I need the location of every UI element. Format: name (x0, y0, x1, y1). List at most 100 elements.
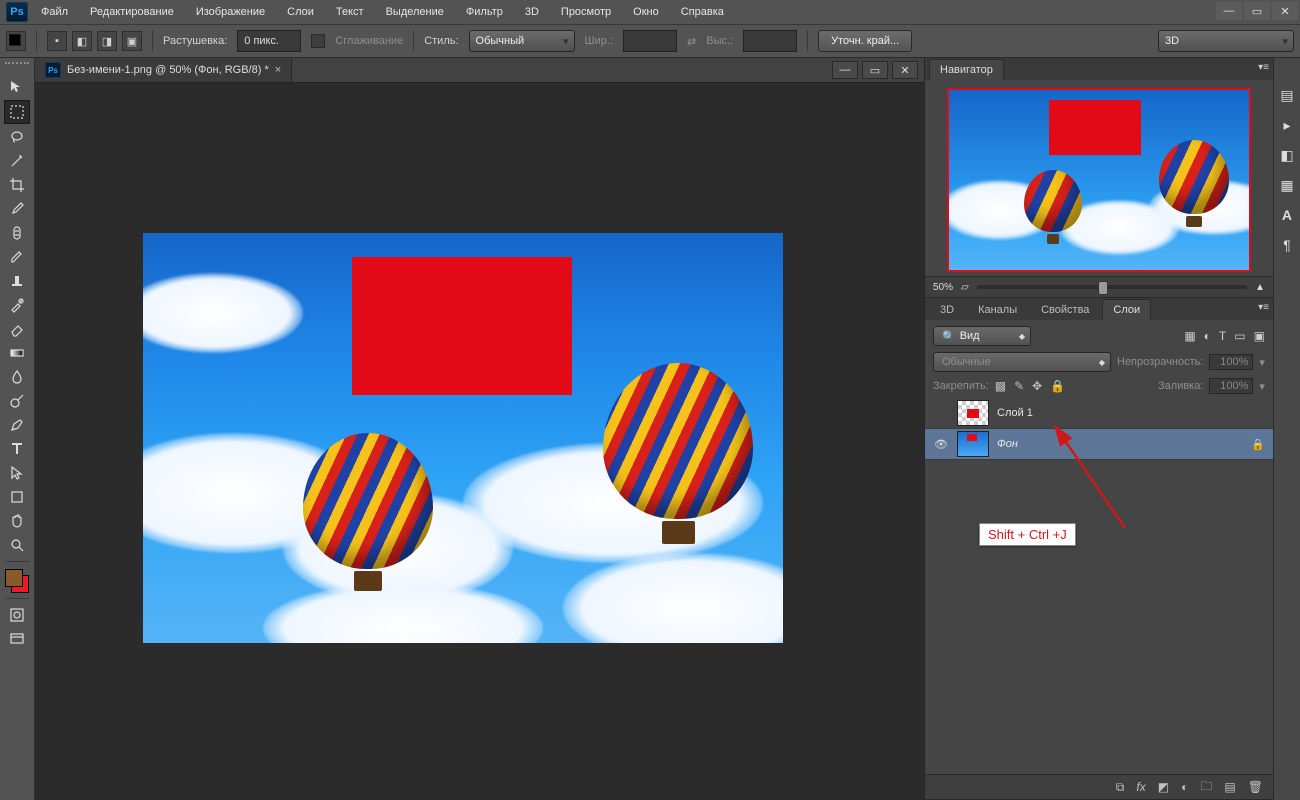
lock-pos-icon[interactable]: ✥ (1032, 379, 1042, 393)
refine-edge-button[interactable]: Уточн. край... (818, 30, 912, 52)
lasso-tool[interactable] (5, 126, 29, 148)
healing-tool[interactable] (5, 222, 29, 244)
screenmode-toggle[interactable] (5, 628, 29, 650)
crop-tool[interactable] (5, 174, 29, 196)
type-tool[interactable] (5, 438, 29, 460)
menu-filter[interactable]: Фильтр (457, 3, 512, 21)
dodge-tool[interactable] (5, 390, 29, 412)
sel-new-icon[interactable]: ▪ (47, 31, 67, 51)
brush-tool[interactable] (5, 246, 29, 268)
stamp-tool[interactable] (5, 270, 29, 292)
menu-select[interactable]: Выделение (377, 3, 453, 21)
delete-layer-icon[interactable]: 🗑 (1248, 780, 1263, 794)
style-select[interactable]: Обычный (469, 30, 575, 52)
menu-help[interactable]: Справка (672, 3, 733, 21)
fill-drop-icon[interactable]: ▾ (1259, 380, 1265, 393)
paragraph-panel-icon[interactable]: ¶ (1278, 236, 1296, 254)
navigator-tab[interactable]: Навигатор (929, 59, 1004, 80)
zoom-tool[interactable] (5, 534, 29, 556)
layer-thumbnail[interactable] (957, 431, 989, 457)
zoom-out-icon[interactable]: ▱ (961, 282, 969, 293)
sel-add-icon[interactable]: ◧ (72, 31, 92, 51)
pen-tool[interactable] (5, 414, 29, 436)
layer-thumbnail[interactable] (957, 400, 989, 426)
opacity-drop-icon[interactable]: ▾ (1259, 356, 1265, 369)
sel-sub-icon[interactable]: ◨ (97, 31, 117, 51)
layer-mask-icon[interactable]: ◩ (1158, 780, 1169, 794)
color-swatches[interactable] (5, 569, 29, 593)
sel-intersect-icon[interactable]: ▣ (122, 31, 142, 51)
menu-edit[interactable]: Редактирование (81, 3, 183, 21)
layer-row[interactable]: 👁 Фон 🔒 (925, 429, 1273, 460)
opacity-value[interactable]: 100% (1209, 354, 1253, 370)
wand-tool[interactable] (5, 150, 29, 172)
fill-value[interactable]: 100% (1209, 378, 1253, 394)
swatches-panel-icon[interactable]: ▦ (1278, 176, 1296, 194)
filter-pixel-icon[interactable]: ▦ (1184, 329, 1195, 343)
navigator-zoom-value[interactable]: 50% (933, 282, 953, 293)
window-minimize[interactable]: — (1216, 2, 1242, 20)
move-tool[interactable] (5, 76, 29, 98)
blur-tool[interactable] (5, 366, 29, 388)
marquee-tool[interactable] (4, 100, 30, 124)
doc-minimize[interactable]: — (832, 61, 858, 79)
visibility-toggle[interactable] (933, 405, 949, 421)
tab-channels[interactable]: Каналы (967, 299, 1028, 320)
lock-pixels-icon[interactable]: ✎ (1014, 379, 1024, 393)
history-panel-icon[interactable]: ▤ (1278, 86, 1296, 104)
lock-trans-icon[interactable]: ▩ (995, 379, 1006, 393)
window-close[interactable]: ✕ (1272, 2, 1298, 20)
layer-lock-icon[interactable]: 🔒 (1251, 438, 1265, 451)
tab-3d[interactable]: 3D (929, 299, 965, 320)
filter-type-icon[interactable]: T (1219, 329, 1226, 343)
quickmask-toggle[interactable] (5, 604, 29, 626)
layer-name[interactable]: Фон (997, 438, 1018, 450)
visibility-toggle[interactable]: 👁 (933, 436, 949, 452)
blend-mode-select[interactable]: Обычные (933, 352, 1111, 372)
feather-input[interactable]: 0 пикс. (237, 30, 301, 52)
menu-text[interactable]: Текст (327, 3, 373, 21)
document-tab[interactable]: Ps Без-имени-1.png @ 50% (Фон, RGB/8) * … (35, 58, 292, 82)
shape-tool[interactable] (5, 486, 29, 508)
layers-panel-menu-icon[interactable]: ▾≡ (1258, 302, 1269, 313)
adjustment-layer-icon[interactable]: ◐ (1181, 780, 1188, 794)
menu-window[interactable]: Окно (624, 3, 668, 21)
antialias-checkbox[interactable] (311, 34, 325, 48)
doc-maximize[interactable]: ▭ (862, 61, 888, 79)
tool-preset-icon[interactable] (6, 31, 26, 51)
menu-3d[interactable]: 3D (516, 3, 548, 21)
eyedropper-tool[interactable] (5, 198, 29, 220)
menu-layers[interactable]: Слои (278, 3, 323, 21)
window-maximize[interactable]: ▭ (1244, 2, 1270, 20)
layer-name[interactable]: Слой 1 (997, 407, 1033, 419)
character-panel-icon[interactable]: A (1278, 206, 1296, 224)
layer-fx-icon[interactable]: fx (1136, 780, 1145, 794)
link-layers-icon[interactable]: ⧉ (1116, 780, 1125, 795)
history-brush-tool[interactable] (5, 294, 29, 316)
layer-filter-kind[interactable]: 🔍Вид (933, 326, 1031, 346)
menu-view[interactable]: Просмотр (552, 3, 620, 21)
filter-adjust-icon[interactable]: ◐ (1204, 329, 1211, 343)
lock-all-icon[interactable]: 🔒 (1050, 379, 1065, 393)
tab-properties[interactable]: Свойства (1030, 299, 1100, 320)
workspace-select[interactable]: 3D (1158, 30, 1294, 52)
menu-file[interactable]: Файл (32, 3, 77, 21)
navigator-thumbnail[interactable] (947, 88, 1251, 272)
canvas[interactable] (143, 233, 783, 643)
toolbox-grip[interactable] (5, 62, 29, 70)
doc-close[interactable]: ✕ (892, 61, 918, 79)
path-select-tool[interactable] (5, 462, 29, 484)
close-tab-icon[interactable]: × (275, 64, 281, 76)
filter-shape-icon[interactable]: ▭ (1234, 329, 1245, 343)
actions-panel-icon[interactable]: ▸ (1278, 116, 1296, 134)
new-layer-icon[interactable]: ▤ (1224, 780, 1235, 794)
tab-layers[interactable]: Слои (1102, 299, 1151, 320)
menu-image[interactable]: Изображение (187, 3, 274, 21)
gradient-tool[interactable] (5, 342, 29, 364)
foreground-color-swatch[interactable] (5, 569, 23, 587)
panel-menu-icon[interactable]: ▾≡ (1258, 62, 1269, 73)
layer-row[interactable]: Слой 1 (925, 398, 1273, 429)
zoom-slider[interactable] (977, 285, 1247, 289)
layer-group-icon[interactable]: 🗀 (1200, 777, 1212, 798)
color-panel-icon[interactable]: ◧ (1278, 146, 1296, 164)
